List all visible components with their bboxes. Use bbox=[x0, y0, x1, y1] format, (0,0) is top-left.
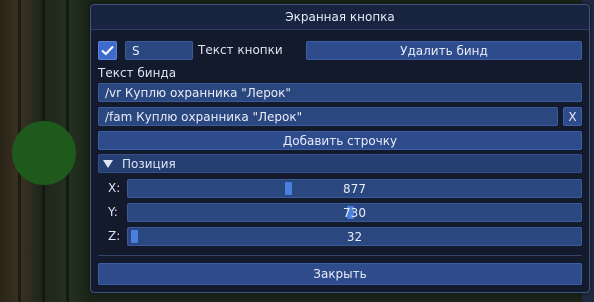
footer-divider bbox=[98, 255, 582, 256]
axis-y-label: Y: bbox=[108, 205, 118, 219]
enable-checkbox[interactable] bbox=[98, 41, 117, 60]
screen-button-dialog: Экранная кнопка S Текст кнопки Удалить б… bbox=[90, 4, 590, 293]
dialog-title: Экранная кнопка bbox=[285, 10, 395, 24]
axis-y-slider[interactable]: 730 bbox=[127, 203, 582, 222]
collapse-triangle-icon bbox=[103, 159, 113, 168]
axis-z-slider[interactable]: 32 bbox=[127, 227, 582, 246]
axis-z-value: 32 bbox=[346, 229, 363, 244]
button-text-input[interactable]: S bbox=[125, 41, 193, 60]
bind-line-text: /fam Куплю охранника "Лерок" bbox=[105, 109, 303, 124]
axis-z-label: Z: bbox=[108, 229, 121, 243]
position-section-title: Позиция bbox=[122, 156, 176, 171]
add-line-button[interactable]: Добавить строчку bbox=[98, 131, 582, 150]
axis-y-value: 730 bbox=[343, 205, 366, 220]
axis-x-grab[interactable] bbox=[284, 182, 292, 195]
axis-x-value: 877 bbox=[343, 181, 366, 196]
axis-x-label: X: bbox=[108, 181, 121, 195]
position-section-header[interactable]: Позиция bbox=[98, 154, 582, 173]
remove-line-button[interactable]: X bbox=[563, 107, 582, 126]
bg-green-object bbox=[12, 121, 76, 185]
button-text-value: S bbox=[132, 43, 140, 58]
axis-z-grab[interactable] bbox=[131, 230, 139, 243]
delete-bind-button[interactable]: Удалить бинд bbox=[306, 41, 582, 60]
button-text-label: Текст кнопки bbox=[198, 43, 283, 57]
axis-x-slider[interactable]: 877 bbox=[127, 179, 582, 198]
dialog-titlebar[interactable]: Экранная кнопка bbox=[91, 5, 589, 30]
checkmark-icon bbox=[101, 45, 114, 56]
bind-line-text: /vr Куплю охранника "Лерок" bbox=[105, 85, 291, 100]
bind-line-input[interactable]: /vr Куплю охранника "Лерок" bbox=[98, 83, 582, 102]
close-button[interactable]: Закрыть bbox=[98, 263, 582, 285]
bind-line-input[interactable]: /fam Куплю охранника "Лерок" bbox=[98, 107, 558, 126]
bind-text-label: Текст бинда bbox=[98, 66, 177, 80]
